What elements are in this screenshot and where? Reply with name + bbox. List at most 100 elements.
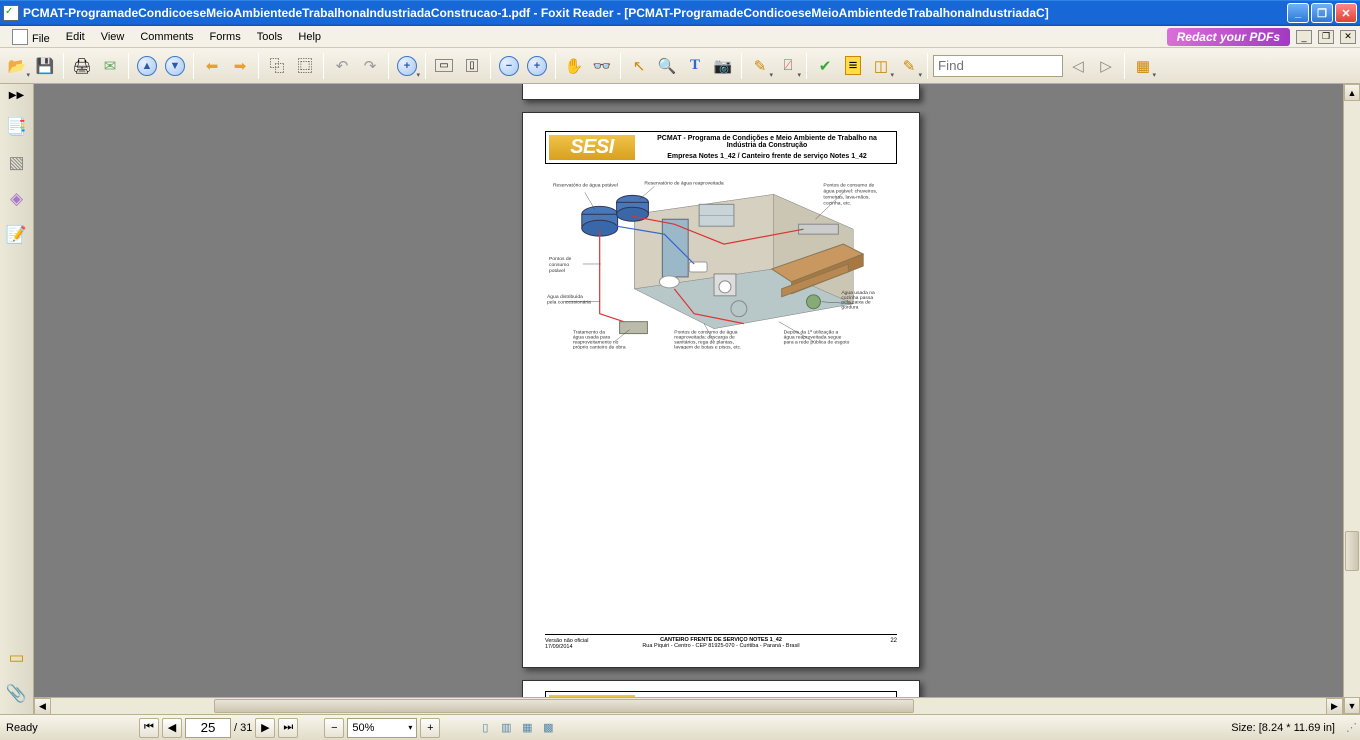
continuous-facing-view-button[interactable]: ▩	[539, 719, 557, 737]
zoom-in-circle-button[interactable]: +	[524, 53, 550, 79]
forward-button[interactable]: ➡	[227, 53, 253, 79]
single-page-view-button[interactable]: ▯	[476, 719, 494, 737]
scroll-down-button[interactable]: ▼	[1344, 697, 1360, 714]
window-title: PCMAT-ProgramadeCondicoeseMeioAmbientede…	[23, 6, 1287, 20]
menu-edit[interactable]: Edit	[58, 29, 93, 45]
page-size-label: Size: [8.24 * 11.69 in]	[1231, 722, 1335, 734]
zoom-out-circle-button[interactable]: −	[496, 53, 522, 79]
status-prev-page-button[interactable]: ◀	[162, 718, 182, 738]
svg-text:Água distribuídapela concessio: Água distribuídapela concessionária	[547, 293, 591, 306]
callout-button[interactable]: ◫	[868, 53, 894, 79]
comments-panel-button[interactable]: 📝	[5, 223, 29, 247]
status-first-page-button[interactable]: ⏮	[139, 718, 159, 738]
page-total: / 31	[234, 722, 252, 734]
menu-bar: File Edit View Comments Forms Tools Help…	[0, 26, 1360, 48]
find-prev-button[interactable]: ◁	[1065, 53, 1091, 79]
find-input[interactable]	[933, 55, 1063, 77]
note-button[interactable]: ≡	[840, 53, 866, 79]
undo-button[interactable]: ↶	[329, 53, 355, 79]
highlight-tool-button[interactable]: ✎	[896, 53, 922, 79]
find-next-button[interactable]: ▷	[1093, 53, 1119, 79]
vertical-scrollbar[interactable]: ▲ ▼	[1343, 84, 1360, 714]
layers-panel-button[interactable]: ◈	[5, 187, 29, 211]
paste-button[interactable]: ⿴	[292, 53, 318, 79]
continuous-view-button[interactable]: ▥	[497, 719, 515, 737]
horizontal-scrollbar[interactable]: ◀ ▶	[34, 697, 1343, 714]
svg-text:Tratamento daágua usada parare: Tratamento daágua usada parareaproveitam…	[573, 330, 626, 349]
diagram-figure: Reservatório de água potável Reservatóri…	[545, 174, 897, 349]
menu-view[interactable]: View	[93, 29, 133, 45]
scroll-thumb-h[interactable]	[214, 699, 914, 713]
toolbar: 📂 💾 🖨 ✉ ▲ ▼ ⬅ ➡ ⿻ ⿴ ↶ ↷ + ▭ ▯ − + ✋ 👓 ↖ …	[0, 48, 1360, 84]
last-page-button[interactable]: ▼	[162, 53, 188, 79]
menu-tools[interactable]: Tools	[249, 29, 291, 45]
status-next-page-button[interactable]: ▶	[255, 718, 275, 738]
scroll-left-button[interactable]: ◀	[34, 698, 51, 714]
menu-forms[interactable]: Forms	[202, 29, 249, 45]
previous-page-edge	[522, 84, 920, 100]
mdi-close-button[interactable]: ✕	[1340, 30, 1356, 44]
resize-grip[interactable]: ⋰	[1338, 721, 1354, 734]
redact-ad[interactable]: Redact your PDFs	[1167, 28, 1290, 46]
attachments-panel-button[interactable]: 📎	[5, 682, 29, 706]
svg-text:Água usada nacozinha passapela: Água usada nacozinha passapela caixa deg…	[841, 289, 875, 311]
status-last-page-button[interactable]: ⏭	[278, 718, 298, 738]
scroll-right-button[interactable]: ▶	[1326, 698, 1343, 714]
menu-help[interactable]: Help	[290, 29, 329, 45]
page-number-input[interactable]	[185, 718, 231, 738]
print-button[interactable]: 🖨	[69, 53, 95, 79]
stamp-button[interactable]: ⍁	[775, 53, 801, 79]
signatures-panel-button[interactable]: ▭	[5, 646, 29, 670]
first-page-button[interactable]: ▲	[134, 53, 160, 79]
menu-comments[interactable]: Comments	[132, 29, 201, 45]
svg-text:Reservatório de água reaprovei: Reservatório de água reaproveitada	[644, 180, 724, 186]
checkmark-button[interactable]: ✔	[812, 53, 838, 79]
title-bar: PCMAT-ProgramadeCondicoeseMeioAmbientede…	[0, 0, 1360, 26]
zoom-in-button[interactable]: +	[394, 53, 420, 79]
glasses-button[interactable]: 👓	[589, 53, 615, 79]
close-button[interactable]: ✕	[1335, 3, 1357, 23]
header-title-1: PCMAT - Programa de Condições e Meio Amb…	[642, 135, 892, 142]
svg-text:Depois da 1ª utilização aágua: Depois da 1ª utilização aágua reaproveit…	[784, 330, 850, 346]
binoculars-button[interactable]: 🔍	[654, 53, 680, 79]
form-button[interactable]: ▦	[1130, 53, 1156, 79]
open-button[interactable]: 📂	[4, 53, 30, 79]
actual-size-button[interactable]: ▭	[431, 53, 457, 79]
bookmarks-panel-button[interactable]: 📑	[5, 115, 29, 139]
zoom-out-button[interactable]: −	[324, 718, 344, 738]
mdi-restore-button[interactable]: ❐	[1318, 30, 1334, 44]
status-ready: Ready	[6, 722, 136, 734]
save-button[interactable]: 💾	[32, 53, 58, 79]
annotate-button[interactable]: ✎	[747, 53, 773, 79]
mdi-minimize-button[interactable]: _	[1296, 30, 1312, 44]
scroll-up-button[interactable]: ▲	[1344, 84, 1360, 101]
svg-text:Reservatório de água potável: Reservatório de água potável	[553, 182, 618, 188]
pdf-page: SESI PCMAT - Programa de Condições e Mei…	[522, 112, 920, 668]
scroll-thumb[interactable]	[1345, 531, 1359, 571]
zoom-combo[interactable]: 50%	[347, 718, 417, 738]
pages-panel-button[interactable]: ▧	[5, 151, 29, 175]
menu-file[interactable]: File	[4, 27, 58, 47]
email-button[interactable]: ✉	[97, 53, 123, 79]
sidebar-collapse-button[interactable]: ▶▶	[7, 88, 26, 103]
maximize-button[interactable]: ❐	[1311, 3, 1333, 23]
status-bar: Ready ⏮ ◀ / 31 ▶ ⏭ − 50% + ▯ ▥ ▦ ▩ Size:…	[0, 714, 1360, 740]
svg-text:Pontos deconsumopotável: Pontos deconsumopotável	[549, 256, 572, 274]
facing-view-button[interactable]: ▦	[518, 719, 536, 737]
zoom-in-status-button[interactable]: +	[420, 718, 440, 738]
hand-tool-button[interactable]: ✋	[561, 53, 587, 79]
document-viewport[interactable]: SESI PCMAT - Programa de Condições e Mei…	[34, 84, 1360, 714]
logo: SESI	[549, 135, 635, 160]
minimize-button[interactable]: _	[1287, 3, 1309, 23]
select-tool-button[interactable]: ↖	[626, 53, 652, 79]
redo-button[interactable]: ↷	[357, 53, 383, 79]
snapshot-button[interactable]: 📷	[710, 53, 736, 79]
app-icon	[3, 5, 19, 21]
header-title-2: Indústria da Construção	[642, 142, 892, 149]
back-button[interactable]: ⬅	[199, 53, 225, 79]
fit-page-button[interactable]: ▯	[459, 53, 485, 79]
sidebar: ▶▶ 📑 ▧ ◈ 📝 ▭ 📎	[0, 84, 34, 714]
copy-button[interactable]: ⿻	[264, 53, 290, 79]
text-select-button[interactable]: T	[682, 53, 708, 79]
document-header: SESI PCMAT - Programa de Condições e Mei…	[545, 131, 897, 164]
